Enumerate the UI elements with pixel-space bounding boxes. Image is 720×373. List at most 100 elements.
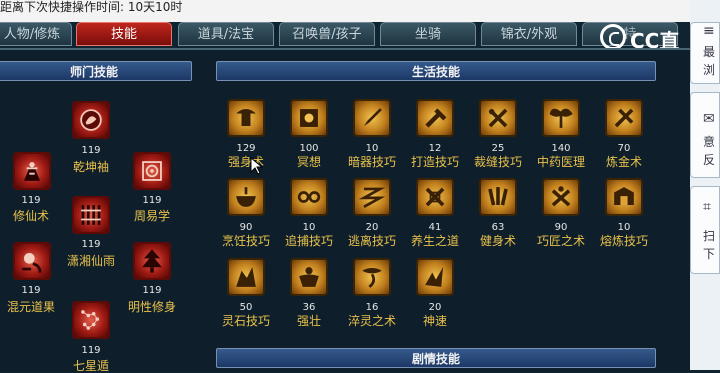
tab-skills[interactable]: 技能 — [76, 22, 172, 46]
tab-bar: 人物/修炼 技能 道具/法宝 召唤兽/孩子 坐骑 锦衣/外观 特 — [0, 22, 690, 48]
skill-level: 119 — [142, 285, 162, 296]
skill-level: 119 — [142, 195, 162, 206]
skill-name: 淬灵之术 — [347, 314, 396, 328]
skill-level: 10 — [365, 143, 379, 154]
skill-jianshen-icon[interactable] — [479, 178, 517, 216]
skill-level: 140 — [551, 143, 571, 154]
scan-icon: ⌗ — [703, 199, 711, 215]
skill-name: 裁缝技巧 — [473, 155, 522, 169]
skill-name: 七星遁 — [72, 359, 109, 373]
section-header-shimen: 师门技能 — [0, 61, 192, 81]
skill-name: 强壮 — [296, 314, 321, 328]
skill-hunyuan-icon[interactable] — [13, 242, 51, 280]
right-side-toolbar: ≡ 最 浏 ✉ 意 反 ⌗ 扫 下 — [690, 0, 720, 370]
side-text: 最 — [703, 45, 716, 59]
skill-name: 暗器技巧 — [347, 155, 396, 169]
skill-zhuibu-icon[interactable] — [290, 178, 328, 216]
skill-level: 36 — [302, 302, 316, 313]
skill-level: 119 — [21, 285, 41, 296]
skill-level: 100 — [299, 143, 319, 154]
skill-level: 90 — [239, 222, 253, 233]
skill-xiaoxiang-icon[interactable] — [72, 196, 110, 234]
skill-name: 打造技巧 — [410, 155, 459, 169]
skill-mingxiang-icon[interactable] — [290, 99, 328, 137]
skill-level: 119 — [81, 345, 101, 356]
tab-summons[interactable]: 召唤兽/孩子 — [279, 22, 375, 46]
skill-level: 16 — [365, 302, 379, 313]
skill-name: 修仙术 — [12, 209, 49, 223]
skill-anqi-icon[interactable] — [353, 99, 391, 137]
skill-name: 养生之道 — [410, 234, 459, 248]
skill-caifeng-icon[interactable] — [479, 99, 517, 137]
skill-level: 25 — [491, 143, 505, 154]
cc-logo-icon — [600, 24, 626, 50]
skill-name: 熔炼技巧 — [599, 234, 648, 248]
skill-level: 129 — [236, 143, 256, 154]
skill-name: 巧匠之术 — [536, 234, 585, 248]
section-header-story: 剧情技能 — [216, 348, 656, 368]
skill-name: 神速 — [422, 314, 447, 328]
skill-level: 70 — [617, 143, 631, 154]
skill-qiangshen-icon[interactable] — [227, 99, 265, 137]
skill-name: 中药医理 — [536, 155, 585, 169]
skill-shensu-icon[interactable] — [416, 258, 454, 296]
skill-ronglian-icon[interactable] — [605, 178, 643, 216]
skill-qiaojiang-icon[interactable] — [542, 178, 580, 216]
skill-level: 63 — [491, 222, 505, 233]
side-button-scan[interactable]: ⌗ 扫 下 — [690, 186, 720, 274]
skill-level: 20 — [365, 222, 379, 233]
skill-taoli-icon[interactable] — [353, 178, 391, 216]
skill-name: 烹饪技巧 — [221, 234, 270, 248]
top-status-text: 距离下次快捷操作时间: 10天10时 — [0, 0, 183, 14]
skill-name: 灵石技巧 — [221, 314, 270, 328]
skill-dazao-icon[interactable] — [416, 99, 454, 137]
skill-level: 10 — [617, 222, 631, 233]
skill-zhouyi-icon[interactable] — [133, 152, 171, 190]
skill-name: 健身术 — [479, 234, 516, 248]
skill-level: 90 — [554, 222, 568, 233]
skill-level: 119 — [81, 145, 101, 156]
skill-mingxing-icon[interactable] — [133, 242, 171, 280]
tab-items[interactable]: 道具/法宝 — [178, 22, 274, 46]
skill-level: 41 — [428, 222, 442, 233]
skill-name: 潇湘仙雨 — [66, 254, 115, 268]
skill-level: 20 — [428, 302, 442, 313]
skill-level: 12 — [428, 143, 442, 154]
skill-cuiling-icon[interactable] — [353, 258, 391, 296]
mouse-cursor-icon — [250, 156, 264, 175]
side-button-latest[interactable]: ≡ 最 浏 — [690, 22, 720, 84]
skill-level: 119 — [21, 195, 41, 206]
skill-name: 周易学 — [133, 209, 170, 223]
skill-name: 明性修身 — [127, 300, 176, 314]
skill-level: 119 — [81, 239, 101, 250]
skill-name: 强身术 — [227, 155, 264, 169]
skill-lingshi-icon[interactable] — [227, 258, 265, 296]
skill-level: 50 — [239, 302, 253, 313]
skill-qiangzhuang-icon[interactable] — [290, 258, 328, 296]
skill-yangsheng-icon[interactable] — [416, 178, 454, 216]
tab-mount[interactable]: 坐骑 — [380, 22, 476, 46]
tab-character[interactable]: 人物/修炼 — [0, 22, 72, 46]
feedback-icon: ✉ — [703, 111, 715, 127]
skill-name: 混元道果 — [6, 300, 55, 314]
tab-outfit[interactable]: 锦衣/外观 — [481, 22, 577, 46]
skill-zhongyao-icon[interactable] — [542, 99, 580, 137]
skill-lianjin-icon[interactable] — [605, 99, 643, 137]
side-text: 下 — [703, 247, 716, 261]
skill-level: 10 — [302, 222, 316, 233]
skill-name: 追捕技巧 — [284, 234, 333, 248]
side-button-feedback[interactable]: ✉ 意 反 — [690, 92, 720, 178]
skill-qiankun-icon[interactable] — [72, 101, 110, 139]
side-text: 意 — [703, 135, 716, 149]
top-status-strip: 距离下次快捷操作时间: 10天10时 — [0, 0, 700, 22]
skill-qixing-icon[interactable] — [72, 301, 110, 339]
skill-xiuxian-icon[interactable] — [13, 152, 51, 190]
side-text: 浏 — [703, 63, 716, 77]
skill-name: 冥想 — [296, 155, 321, 169]
section-header-life: 生活技能 — [216, 61, 656, 81]
side-text: 扫 — [703, 229, 716, 243]
side-text: 反 — [703, 153, 716, 167]
skill-name: 炼金术 — [605, 155, 642, 169]
latest-icon: ≡ — [703, 23, 715, 39]
skill-pengren-icon[interactable] — [227, 178, 265, 216]
